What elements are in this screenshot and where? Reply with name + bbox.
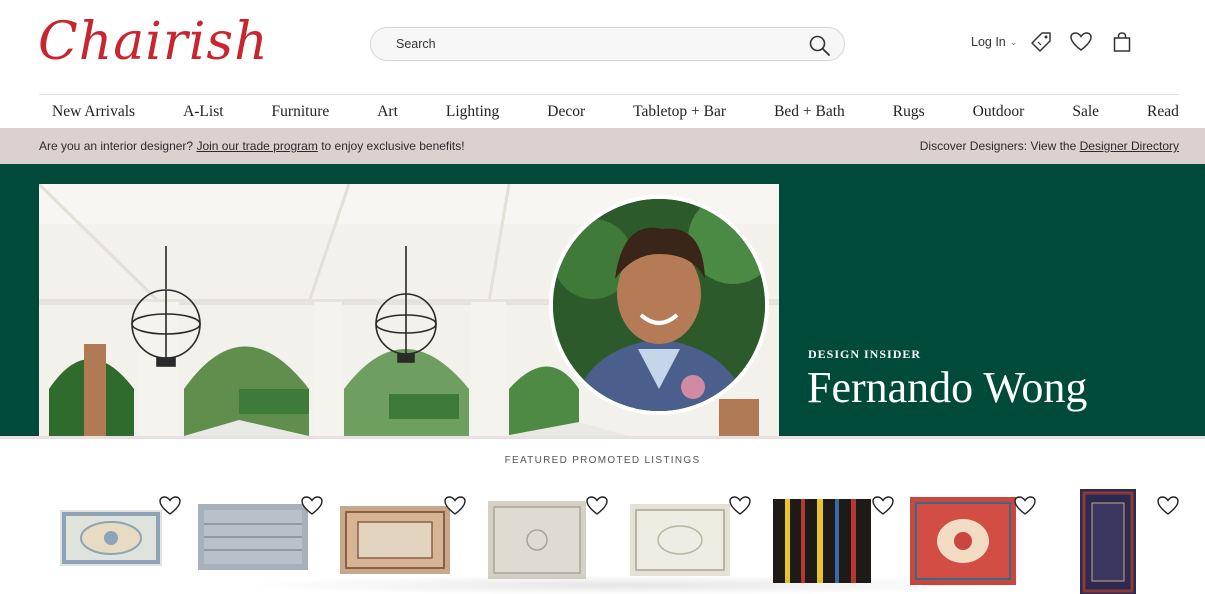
chevron-down-icon: ⌄ bbox=[1009, 36, 1018, 47]
rug-image[interactable] bbox=[1080, 489, 1136, 594]
nav-item-a-list[interactable]: A-List bbox=[170, 103, 236, 121]
trade-promo-prefix: Are you an interior designer? bbox=[39, 139, 194, 153]
nav-item-outdoor[interactable]: Outdoor bbox=[960, 103, 1038, 121]
rug-image[interactable] bbox=[910, 497, 1016, 585]
nav-item-art[interactable]: Art bbox=[364, 103, 411, 121]
nav-item-sale[interactable]: Sale bbox=[1059, 103, 1112, 121]
search-bar[interactable]: Search bbox=[370, 27, 845, 61]
site-header: Chairish Search Log In ⌄ bbox=[0, 0, 1205, 94]
designer-directory-text: Discover Designers: View the Designer Di… bbox=[920, 139, 1179, 153]
listing-card[interactable] bbox=[50, 489, 190, 594]
nav-item-bed-bath[interactable]: Bed + Bath bbox=[761, 103, 858, 121]
chairish-logo[interactable]: Chairish bbox=[38, 6, 269, 78]
featured-label: FEATURED PROMOTED LISTINGS bbox=[504, 455, 701, 466]
nav-item-tabletop-bar[interactable]: Tabletop + Bar bbox=[620, 103, 739, 121]
shopping-bag-icon[interactable] bbox=[1110, 30, 1134, 54]
favorite-heart-icon[interactable] bbox=[1155, 494, 1181, 518]
designer-directory-link[interactable]: Designer Directory bbox=[1080, 139, 1179, 153]
rug-image[interactable] bbox=[198, 504, 308, 570]
trade-promo-bar: Are you an interior designer? Join our t… bbox=[0, 128, 1205, 164]
nav-item-decor[interactable]: Decor bbox=[534, 103, 598, 121]
designer-directory-prefix: Discover Designers: View the bbox=[919, 139, 1077, 153]
trade-promo-suffix: to enjoy exclusive benefits! bbox=[321, 139, 465, 153]
trade-program-link[interactable]: Join our trade program bbox=[196, 139, 317, 153]
search-icon[interactable] bbox=[808, 34, 832, 56]
nav-item-new-arrivals[interactable]: New Arrivals bbox=[39, 103, 148, 121]
rug-image[interactable] bbox=[488, 501, 586, 579]
favorite-heart-icon[interactable] bbox=[1012, 494, 1038, 518]
nav-item-furniture[interactable]: Furniture bbox=[259, 103, 343, 121]
scroll-shadow bbox=[240, 575, 1010, 594]
price-tag-icon[interactable] bbox=[1029, 30, 1053, 54]
search-input[interactable]: Search bbox=[396, 37, 436, 51]
featured-listings: FEATURED PROMOTED LISTINGS bbox=[0, 436, 1205, 594]
designer-portrait bbox=[549, 195, 769, 415]
main-nav: New Arrivals A-List Furniture Art Lighti… bbox=[39, 94, 1179, 128]
favorite-heart-icon[interactable] bbox=[157, 494, 183, 518]
trade-promo-text: Are you an interior designer? Join our t… bbox=[39, 139, 465, 153]
favorite-heart-icon[interactable] bbox=[299, 494, 325, 518]
favorite-heart-icon[interactable] bbox=[584, 494, 610, 518]
nav-item-rugs[interactable]: Rugs bbox=[880, 103, 938, 121]
rug-image[interactable] bbox=[340, 506, 450, 574]
favorite-heart-icon[interactable] bbox=[442, 494, 468, 518]
rug-image[interactable] bbox=[60, 510, 162, 566]
rug-image[interactable] bbox=[630, 504, 730, 576]
rug-image[interactable] bbox=[773, 499, 871, 583]
listing-card[interactable] bbox=[1048, 489, 1188, 594]
heart-icon[interactable] bbox=[1069, 30, 1093, 54]
nav-item-lighting[interactable]: Lighting bbox=[433, 103, 512, 121]
hero-banner[interactable]: DESIGN INSIDER Fernando Wong bbox=[0, 164, 1205, 436]
login-label[interactable]: Log In bbox=[971, 35, 1006, 49]
login-menu[interactable]: Log In ⌄ bbox=[971, 35, 1017, 49]
hero-eyebrow: DESIGN INSIDER bbox=[808, 347, 922, 361]
hero-title[interactable]: Fernando Wong bbox=[807, 362, 1087, 413]
nav-item-read[interactable]: Read bbox=[1134, 103, 1179, 121]
favorite-heart-icon[interactable] bbox=[870, 494, 896, 518]
favorite-heart-icon[interactable] bbox=[727, 494, 753, 518]
